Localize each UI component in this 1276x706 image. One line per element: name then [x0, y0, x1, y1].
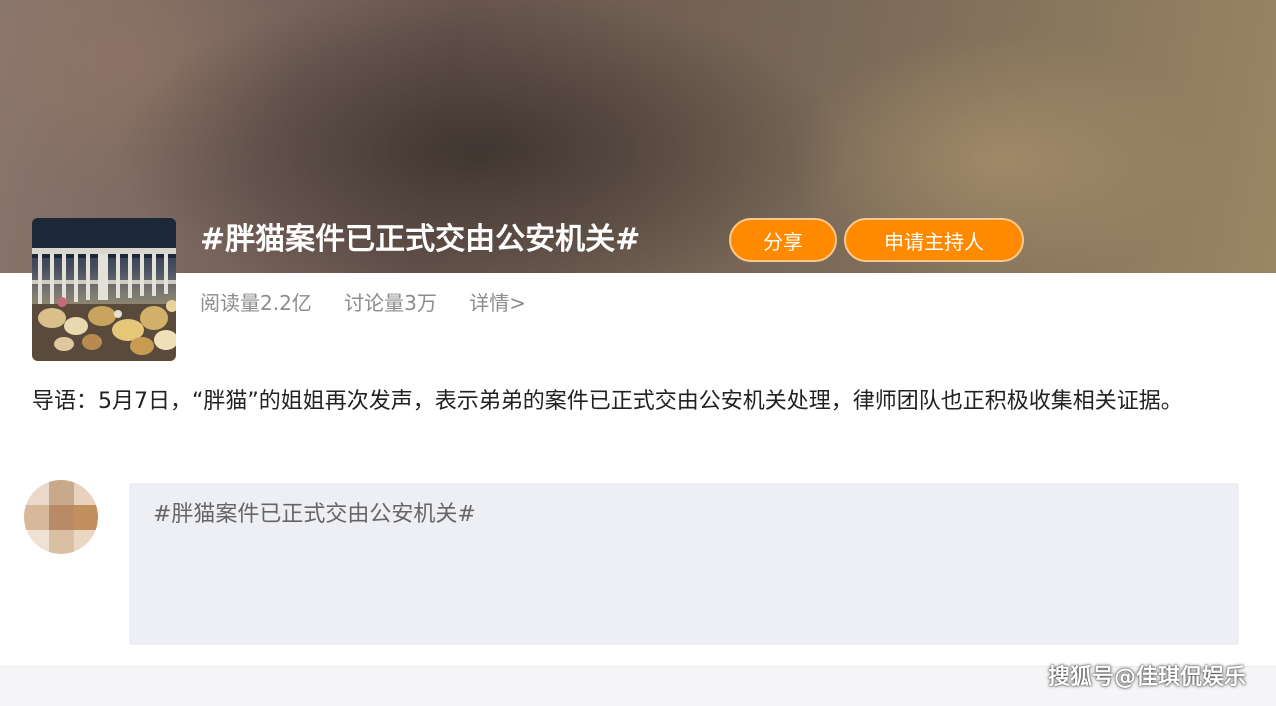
read-count: 阅读量2.2亿 [200, 291, 312, 315]
topic-title: #胖猫案件已正式交由公安机关# [200, 222, 641, 257]
details-link[interactable]: 详情> [469, 291, 526, 315]
topic-intro: 导语：5月7日，“胖猫”的姐姐再次发声，表示弟弟的案件已正式交由公安机关处理，律… [32, 389, 1183, 414]
post-composer-input[interactable]: #胖猫案件已正式交由公安机关# [129, 483, 1239, 645]
topic-cover-image [32, 218, 176, 361]
topic-page: #胖猫案件已正式交由公安机关# 分享 申请主持人 阅读量2.2亿 讨论量3万 详… [0, 0, 1276, 706]
avatar [24, 480, 98, 554]
share-button[interactable]: 分享 [729, 218, 837, 262]
watermark: 搜狐号@佳琪侃娱乐 [1047, 665, 1246, 690]
apply-host-button[interactable]: 申请主持人 [844, 218, 1024, 262]
discussion-count: 讨论量3万 [344, 291, 437, 315]
topic-stats: 阅读量2.2亿 讨论量3万 详情> [200, 288, 552, 318]
